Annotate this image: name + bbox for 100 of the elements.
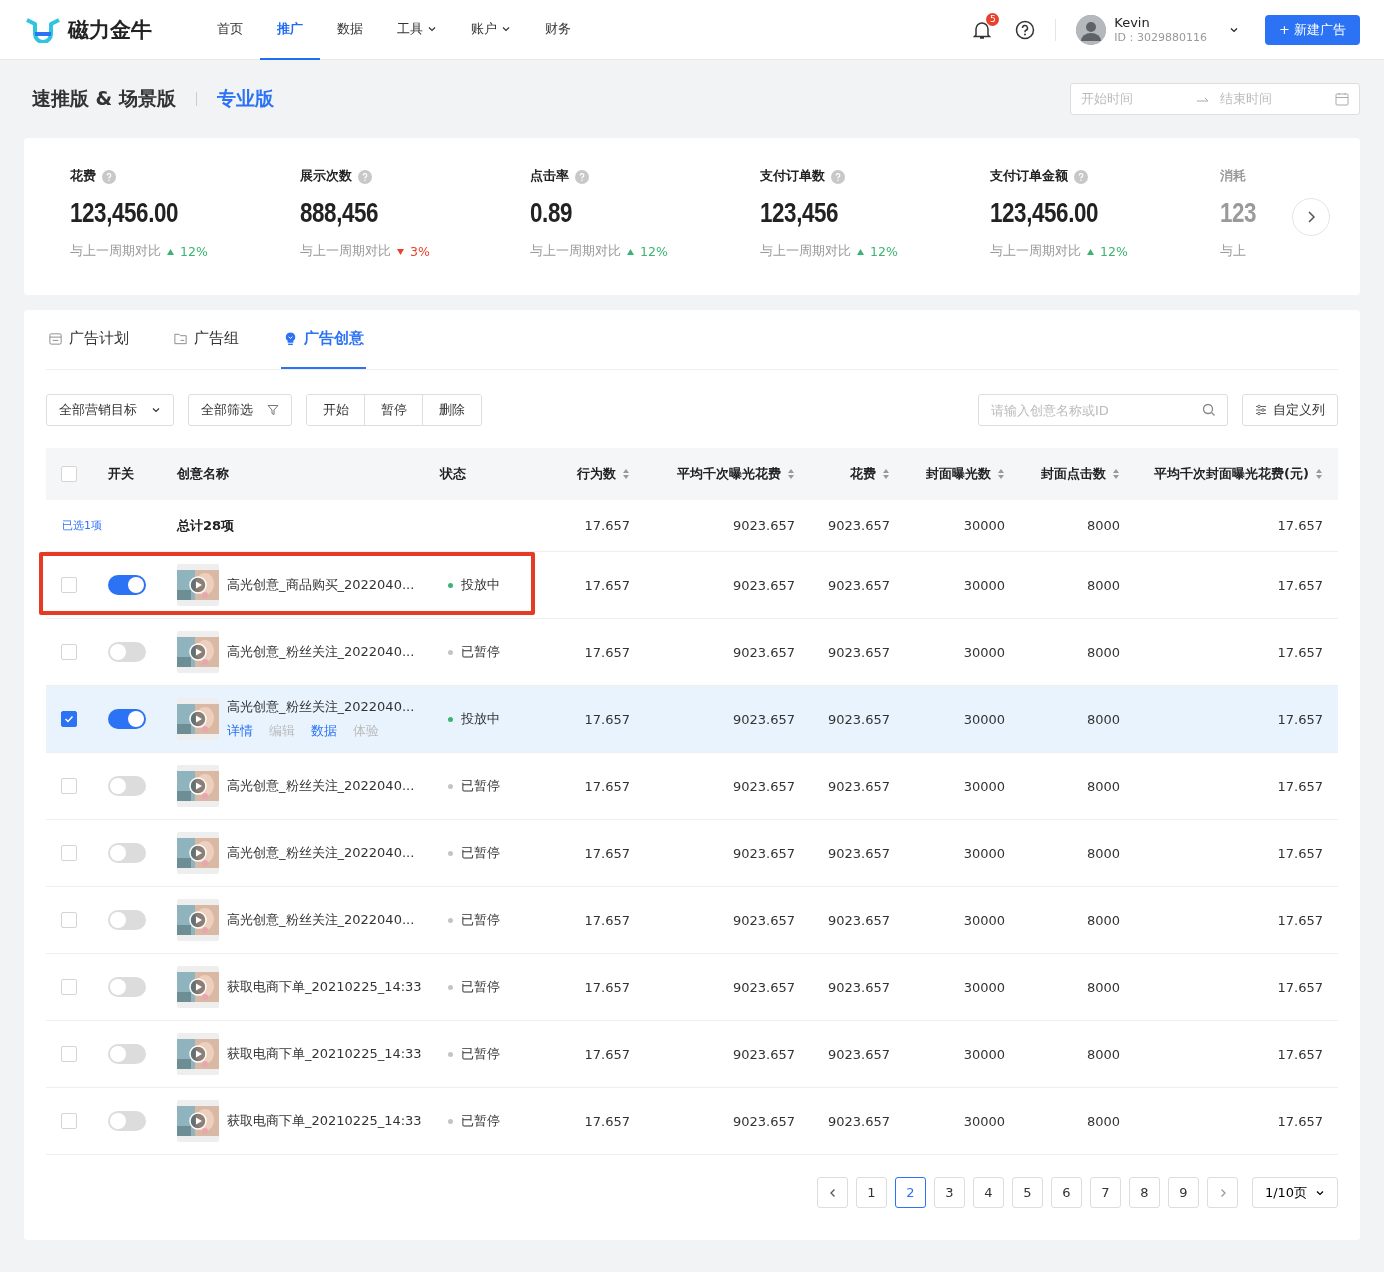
column-header[interactable]: 行为数 [577, 465, 630, 483]
sort-icon[interactable] [622, 468, 630, 480]
select-all-checkbox[interactable] [61, 466, 77, 482]
table-cell: 9023.657 [732, 1046, 795, 1062]
status-text: 已暂停 [461, 777, 500, 795]
status-text: 已暂停 [461, 1112, 500, 1130]
table-cell-text: 17.657 [1277, 577, 1324, 593]
table-cell: 30000 [963, 644, 1005, 660]
calendar-icon [48, 331, 63, 346]
status-text: 已暂停 [461, 978, 500, 996]
search-field[interactable]: 请输入创意名称或ID [978, 394, 1228, 426]
tab[interactable]: 广告计划 [46, 310, 131, 369]
nav-tab[interactable]: 财务 [528, 0, 588, 60]
goal-select[interactable]: 全部营销目标 [46, 394, 174, 426]
customize-columns-button[interactable]: 自定义列 [1242, 394, 1338, 426]
page-button[interactable]: 7 [1090, 1177, 1121, 1208]
lightbulb-icon [283, 331, 298, 346]
status-text: 已暂停 [461, 1045, 500, 1063]
help-icon [102, 169, 116, 184]
action-button[interactable]: 开始 [307, 395, 365, 425]
column-header[interactable]: 平均千次曝光花费 [677, 465, 795, 483]
page-button[interactable]: 8 [1129, 1177, 1160, 1208]
table-cell: 17.657 [584, 1046, 630, 1062]
previous-page-button[interactable] [817, 1177, 848, 1208]
nav-tab[interactable]: 首页 [200, 0, 260, 60]
toggle-switch[interactable] [108, 709, 146, 729]
page-button[interactable]: 5 [1012, 1177, 1043, 1208]
version-tab[interactable]: 速推版 & 场景版 [32, 86, 176, 112]
next-button[interactable] [1292, 198, 1330, 236]
status-text: 已暂停 [461, 911, 500, 929]
filter-button[interactable]: 全部筛选 [188, 394, 292, 426]
page-button[interactable]: 9 [1168, 1177, 1199, 1208]
next-page-button[interactable] [1207, 1177, 1238, 1208]
tab[interactable]: 广告组 [171, 310, 241, 369]
table-cell-text: 17.657 [1277, 644, 1324, 660]
row-checkbox[interactable] [61, 711, 77, 727]
metric-value: 123,456.00 [70, 197, 180, 229]
sort-icon[interactable] [882, 468, 890, 480]
page-button[interactable]: 4 [973, 1177, 1004, 1208]
row-action-link[interactable]: 数据 [311, 722, 337, 740]
toggle-switch[interactable] [108, 1044, 146, 1064]
metric-label: 支付订单金额 [990, 168, 1068, 185]
column-header[interactable]: 封面点击数 [1041, 465, 1120, 483]
column-header[interactable]: 封面曝光数 [926, 465, 1005, 483]
table-cell: 9023.657 [732, 912, 795, 928]
nav-tab[interactable]: 工具 [380, 0, 454, 60]
user-name: Kevin [1114, 14, 1151, 30]
user-id: ID：3029880116 [1114, 29, 1207, 45]
creative-name: 获取电商下单_20210225_14:33 [227, 978, 422, 996]
nav-tab[interactable]: 推广 [260, 0, 320, 60]
toggle-switch[interactable] [108, 843, 146, 863]
column-header[interactable]: 平均千次封面曝光花费(元) [1154, 465, 1338, 483]
toggle-switch[interactable] [108, 642, 146, 662]
tab[interactable]: 广告创意 [281, 310, 366, 369]
new-ad-button[interactable]: + 新建广告 [1264, 14, 1360, 45]
table-cell: 9023.657 [827, 1046, 890, 1062]
creative-name: 高光创意_粉丝关注_2022040... [227, 844, 415, 862]
table-cell: 9023.657 [827, 845, 890, 861]
sort-icon[interactable] [1112, 468, 1120, 480]
toggle-switch[interactable] [108, 910, 146, 930]
version-tab[interactable]: 专业版 [216, 86, 274, 112]
chevron-left-icon [828, 1187, 837, 1198]
sort-icon[interactable] [787, 468, 795, 480]
metric-value: 123,456 [760, 197, 840, 229]
column-header[interactable]: 花费 [850, 465, 890, 483]
table-cell: 17.657 [584, 644, 630, 660]
page-button[interactable]: 3 [934, 1177, 965, 1208]
toggle-switch[interactable] [108, 776, 146, 796]
help-icon [358, 169, 372, 184]
toggle-switch[interactable] [108, 1111, 146, 1131]
table-cell: 8000 [1086, 845, 1120, 861]
column-header: 状态 [440, 465, 467, 483]
toggle-switch[interactable] [108, 977, 146, 997]
table-cell: 17.657 [584, 711, 630, 727]
row-action-link[interactable]: 详情 [227, 722, 253, 740]
metric-change: 12% [640, 244, 668, 259]
metric-change: 3% [410, 244, 430, 259]
help-icon[interactable] [1015, 19, 1036, 40]
page-button[interactable]: 6 [1051, 1177, 1082, 1208]
table-cell: 9023.657 [827, 711, 890, 727]
toggle-switch[interactable] [108, 575, 146, 595]
table-cell: 30000 [963, 845, 1005, 861]
sort-icon[interactable] [997, 468, 1005, 480]
creative-name: 高光创意_商品购买_2022040... [227, 576, 415, 594]
help-icon [575, 169, 589, 184]
table-cell: 9023.657 [827, 778, 890, 794]
logo-text: 磁力金牛 [68, 16, 152, 44]
metric-compare-label: 与上 [1220, 243, 1246, 260]
table-cell-text: 17.657 [1277, 778, 1324, 794]
page-button[interactable]: 1 [856, 1177, 887, 1208]
page-size-select[interactable]: 1/10页 [1252, 1177, 1338, 1208]
nav-tab[interactable]: 数据 [320, 0, 380, 60]
nav-tab[interactable]: 账户 [454, 0, 528, 60]
page-button[interactable]: 2 [895, 1177, 926, 1208]
table-cell: 30000 [963, 1113, 1005, 1129]
status-text: 已暂停 [461, 643, 500, 661]
sort-icon[interactable] [1315, 468, 1323, 480]
chevron-right-icon [1218, 1187, 1227, 1198]
avatar[interactable] [1076, 14, 1107, 45]
table-cell: 9023.657 [827, 979, 890, 995]
